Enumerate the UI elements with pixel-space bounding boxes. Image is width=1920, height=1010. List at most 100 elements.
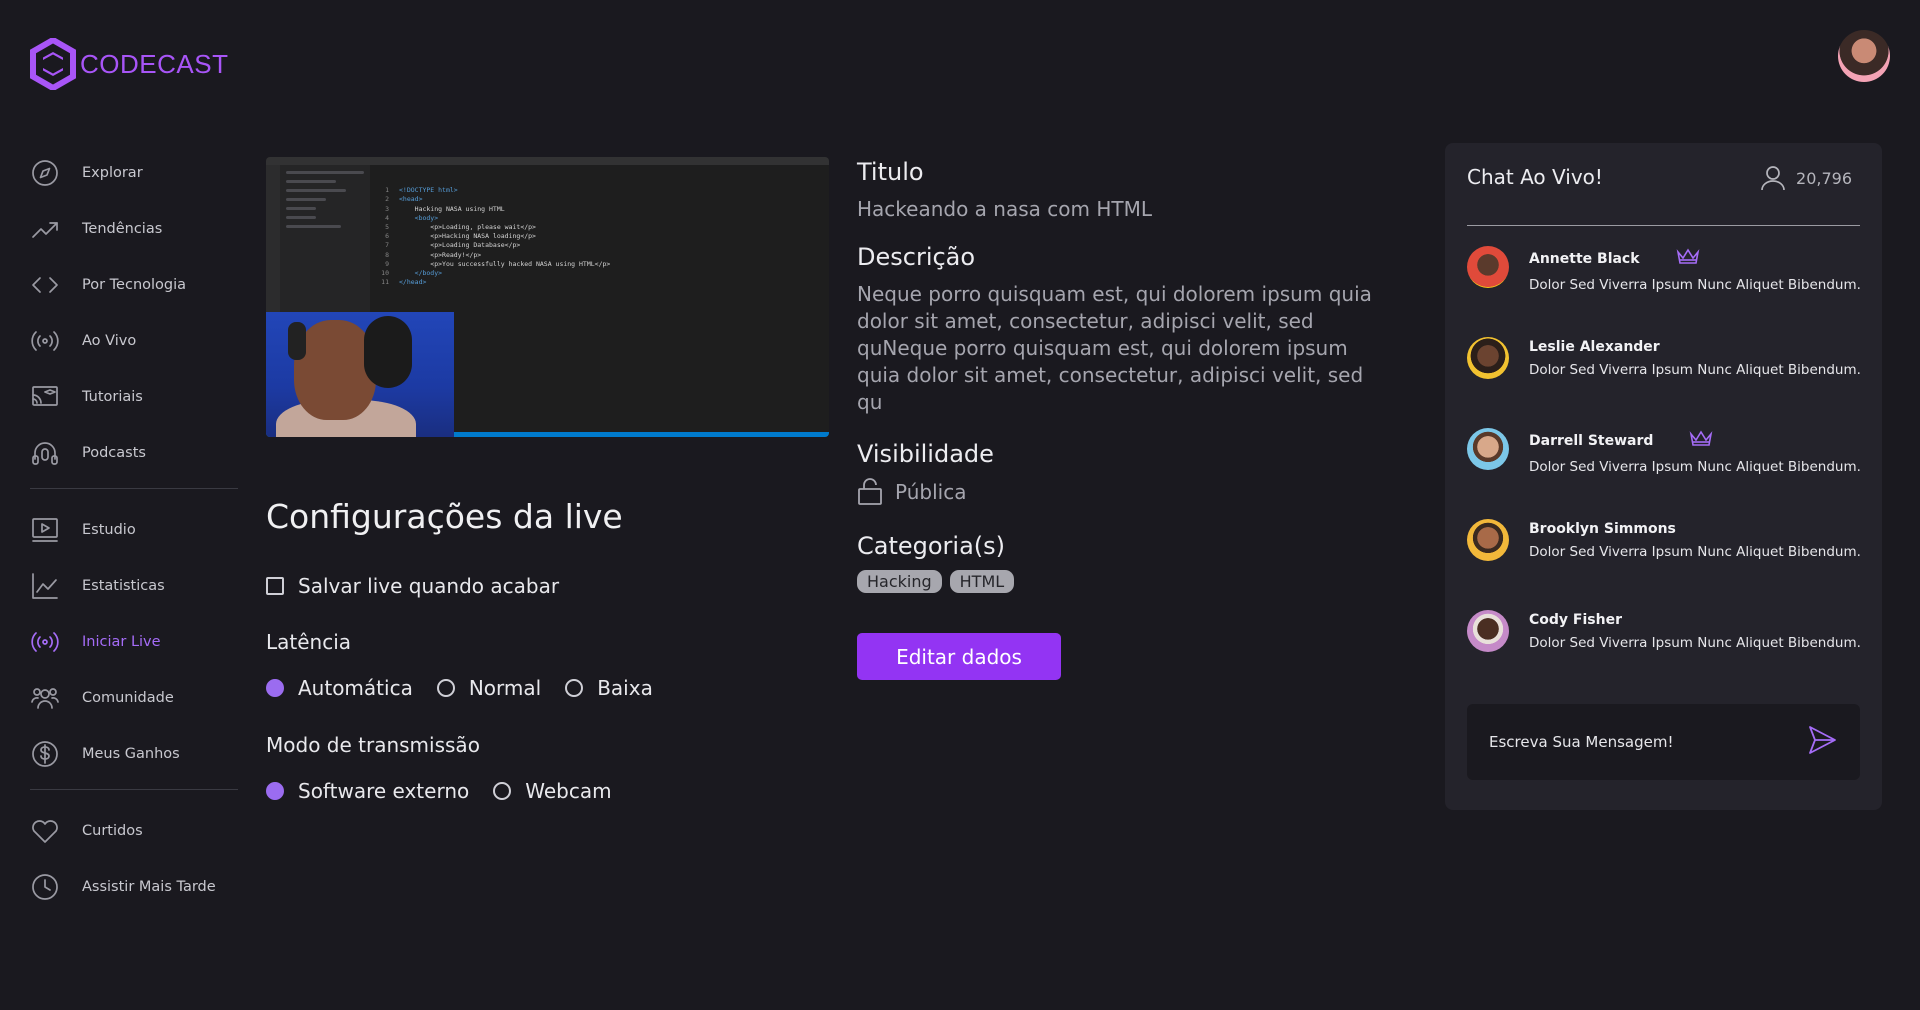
unlock-icon bbox=[858, 478, 882, 505]
sidebar-item-tutoriais[interactable]: Tutoriais bbox=[30, 374, 238, 420]
sidebar-item-meus-ganhos[interactable]: Meus Ganhos bbox=[30, 731, 238, 777]
avatar[interactable] bbox=[1467, 519, 1509, 561]
chat-text: Dolor Sed Viverra Ipsum Nunc Aliquet Bib… bbox=[1529, 635, 1861, 651]
code-line: <p>You successfully hacked NASA using HT… bbox=[399, 259, 611, 268]
chat-author[interactable]: Brooklyn Simmons bbox=[1529, 521, 1676, 537]
save-live-checkbox[interactable]: Salvar live quando acabar bbox=[266, 574, 559, 598]
chat-text: Dolor Sed Viverra Ipsum Nunc Aliquet Bib… bbox=[1529, 544, 1861, 560]
description-value: Neque porro quisquam est, qui dolorem ip… bbox=[857, 282, 1372, 414]
chat-message: Annette Black Dolor Sed Viverra Ipsum Nu… bbox=[1467, 246, 1861, 293]
live-details: Titulo Hackeando a nasa com HTML Descriç… bbox=[857, 158, 1377, 593]
code-line: Hacking NASA using HTML bbox=[399, 204, 505, 213]
mode-option-webcam[interactable]: Webcam bbox=[493, 779, 612, 803]
radio-label: Webcam bbox=[525, 779, 612, 803]
sidebar-item-label: Podcasts bbox=[82, 445, 146, 461]
sidebar-item-por-tecnologia[interactable]: Por Tecnologia bbox=[30, 262, 238, 308]
sidebar-item-curtidos[interactable]: Curtidos bbox=[30, 808, 238, 854]
avatar[interactable] bbox=[1467, 428, 1509, 470]
user-icon bbox=[1761, 166, 1785, 191]
logo-text: CODECAST bbox=[80, 48, 229, 79]
code-line: <p>Hacking NASA loading</p> bbox=[399, 232, 536, 241]
chat-text: Dolor Sed Viverra Ipsum Nunc Aliquet Bib… bbox=[1529, 362, 1861, 378]
sidebar-item-iniciar-live[interactable]: Iniciar Live bbox=[30, 619, 238, 665]
chat-message-input[interactable] bbox=[1489, 733, 1806, 751]
code-line: <!DOCTYPE html> bbox=[399, 186, 458, 195]
chat-author[interactable]: Cody Fisher bbox=[1529, 612, 1622, 628]
avatar[interactable] bbox=[1467, 337, 1509, 379]
visibility-value-row: Pública bbox=[857, 478, 1377, 506]
viewer-count: 20,796 bbox=[1760, 165, 1852, 191]
code-line: <body> bbox=[399, 213, 439, 222]
microphone bbox=[364, 316, 412, 388]
live-preview[interactable]: 1 <!DOCTYPE html> 2 <head> 3 Hacking NASA us… bbox=[266, 157, 829, 437]
sidebar-item-estatisticas[interactable]: Estatisticas bbox=[30, 563, 238, 609]
live-chat-panel: Chat Ao Vivo! 20,796 Annette Black Dolor… bbox=[1445, 143, 1882, 810]
chat-message: Leslie Alexander Dolor Sed Viverra Ipsum… bbox=[1467, 337, 1861, 379]
edit-data-button[interactable]: Editar dados bbox=[857, 633, 1061, 680]
checkbox-box[interactable] bbox=[266, 577, 284, 595]
chat-message: Darrell Steward Dolor Sed Viverra Ipsum … bbox=[1467, 428, 1861, 475]
sidebar-item-tendencias[interactable]: Tendências bbox=[30, 206, 238, 252]
webcam-overlay bbox=[266, 312, 454, 437]
sidebar-item-comunidade[interactable]: Comunidade bbox=[30, 675, 238, 721]
category-tags: Hacking HTML bbox=[857, 570, 1377, 593]
broadcast-icon bbox=[30, 326, 60, 356]
chat-author[interactable]: Darrell Steward bbox=[1529, 433, 1653, 449]
chat-message: Cody Fisher Dolor Sed Viverra Ipsum Nunc… bbox=[1467, 610, 1861, 652]
chat-text: Dolor Sed Viverra Ipsum Nunc Aliquet Bib… bbox=[1529, 459, 1861, 475]
chart-icon bbox=[30, 571, 60, 601]
community-icon bbox=[30, 683, 60, 713]
send-icon[interactable] bbox=[1806, 724, 1838, 760]
code-icon bbox=[30, 270, 60, 300]
sidebar-item-assistir-mais-tarde[interactable]: Assistir Mais Tarde bbox=[30, 864, 238, 910]
code-line: <p>Loading, please wait</p> bbox=[399, 223, 536, 232]
sidebar-item-label: Meus Ganhos bbox=[82, 746, 180, 762]
chat-divider bbox=[1467, 225, 1860, 226]
title-value: Hackeando a nasa com HTML bbox=[857, 197, 1152, 221]
checkbox-label: Salvar live quando acabar bbox=[298, 574, 560, 598]
chat-author[interactable]: Leslie Alexander bbox=[1529, 339, 1660, 355]
code-line: </body> bbox=[399, 269, 443, 278]
sidebar-item-label: Tutoriais bbox=[82, 389, 143, 405]
description-label: Descrição bbox=[857, 243, 976, 271]
logo[interactable]: CODECAST bbox=[30, 38, 228, 90]
sidebar-item-podcasts[interactable]: Podcasts bbox=[30, 430, 238, 476]
code-line: <p>Loading Database</p> bbox=[399, 241, 521, 250]
dollar-icon bbox=[30, 739, 60, 769]
studio-icon bbox=[30, 515, 60, 545]
avatar[interactable] bbox=[1467, 610, 1509, 652]
sidebar-item-label: Curtidos bbox=[82, 823, 143, 839]
sidebar-item-estudio[interactable]: Estudio bbox=[30, 507, 238, 553]
live-icon bbox=[30, 627, 60, 657]
tutorial-icon bbox=[30, 382, 60, 412]
latency-label: Latência bbox=[266, 630, 352, 654]
latency-option-normal[interactable]: Normal bbox=[436, 676, 541, 700]
clock-icon bbox=[30, 872, 60, 902]
category-tag: HTML bbox=[949, 570, 1015, 593]
transmission-mode-radio-group: Software externo Webcam bbox=[266, 779, 636, 803]
code-line: <head> bbox=[399, 195, 423, 204]
sidebar-divider bbox=[30, 488, 238, 489]
chat-title: Chat Ao Vivo! bbox=[1467, 165, 1603, 189]
user-avatar[interactable] bbox=[1838, 30, 1890, 82]
avatar[interactable] bbox=[1467, 246, 1509, 288]
sidebar-item-label: Explorar bbox=[82, 165, 143, 181]
latency-option-automatica[interactable]: Automática bbox=[266, 676, 413, 700]
radio-label: Automática bbox=[298, 676, 413, 700]
chat-author[interactable]: Annette Black bbox=[1529, 251, 1640, 267]
mode-option-software-externo[interactable]: Software externo bbox=[266, 779, 469, 803]
sidebar-item-label: Ao Vivo bbox=[82, 333, 137, 349]
categories-label: Categoria(s) bbox=[857, 532, 1006, 560]
sidebar-item-label: Comunidade bbox=[82, 690, 174, 706]
sidebar: Explorar Tendências Por Tecnologia Ao Vi… bbox=[30, 150, 238, 920]
editor-explorer bbox=[280, 165, 370, 325]
transmission-mode-label: Modo de transmissão bbox=[266, 733, 480, 757]
podcast-icon bbox=[30, 438, 60, 468]
editor-titlebar bbox=[266, 157, 829, 165]
compass-icon bbox=[30, 158, 60, 188]
chat-input-box bbox=[1467, 704, 1860, 780]
latency-option-baixa[interactable]: Baixa bbox=[565, 676, 653, 700]
sidebar-item-ao-vivo[interactable]: Ao Vivo bbox=[30, 318, 238, 364]
sidebar-item-label: Por Tecnologia bbox=[82, 277, 187, 293]
sidebar-item-explorar[interactable]: Explorar bbox=[30, 150, 238, 196]
